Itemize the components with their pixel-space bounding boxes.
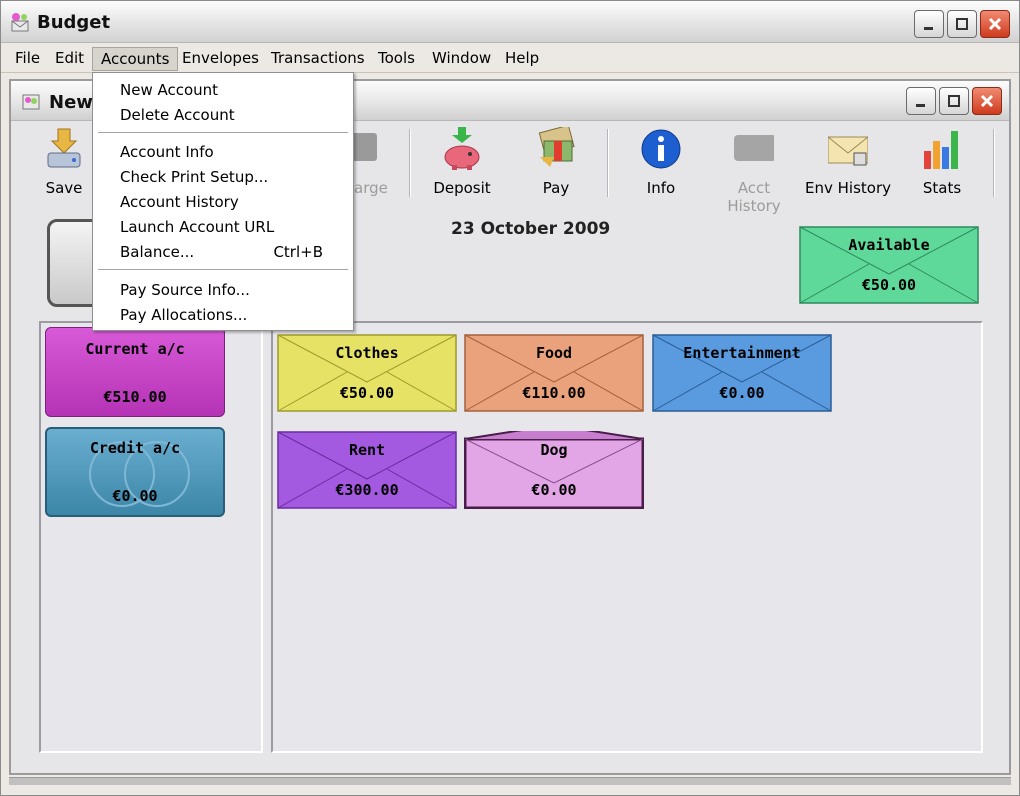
acct-history-label: Acct History xyxy=(727,179,781,215)
menu-account-info[interactable]: Account Info xyxy=(93,140,353,164)
menu-item-label: Delete Account xyxy=(120,106,235,124)
maximize-icon xyxy=(948,95,960,107)
bar-chart-icon xyxy=(924,131,958,169)
envelope-name: Rent xyxy=(348,441,386,459)
toolbar-separator xyxy=(409,129,411,197)
toolbar-separator xyxy=(607,129,609,197)
menu-item-label: Pay Allocations... xyxy=(120,306,248,324)
menu-pay-allocations[interactable]: Pay Allocations... xyxy=(93,303,353,327)
envelope-name: Clothes xyxy=(335,344,399,362)
menu-separator xyxy=(98,132,348,133)
document-title: New xyxy=(49,92,93,113)
envelope-amount: €0.00 xyxy=(719,384,765,402)
menu-balance[interactable]: Balance... Ctrl+B xyxy=(93,240,353,264)
menu-edit[interactable]: Edit xyxy=(47,47,92,71)
env-history-button[interactable]: Env History xyxy=(803,127,893,199)
menu-launch-account-url[interactable]: Launch Account URL xyxy=(93,215,353,239)
envelope-amount: €50.00 xyxy=(339,384,395,402)
menu-bar: File Edit Accounts Envelopes Transaction… xyxy=(1,43,1019,73)
menu-file[interactable]: File xyxy=(7,47,48,71)
document-window-controls xyxy=(906,87,1002,115)
close-button[interactable] xyxy=(980,10,1010,38)
menu-accounts[interactable]: Accounts xyxy=(92,47,179,71)
menu-window[interactable]: Window xyxy=(424,47,499,71)
info-label: Info xyxy=(646,179,676,197)
document-close-button[interactable] xyxy=(972,87,1002,115)
env-history-label: Env History xyxy=(805,179,891,197)
menu-item-label: New Account xyxy=(120,81,219,99)
document-maximize-button[interactable] xyxy=(939,87,969,115)
account-credit[interactable]: Credit a/c €0.00 xyxy=(45,427,225,517)
menu-item-label: Account Info xyxy=(120,143,214,161)
envelope-food[interactable]: Food €110.00 xyxy=(464,334,644,412)
envelope-amount: €110.00 xyxy=(522,384,586,402)
document-icon xyxy=(22,94,40,110)
menu-tools[interactable]: Tools xyxy=(370,47,423,71)
maximize-icon xyxy=(956,18,968,30)
envelope-name: Food xyxy=(535,344,573,362)
title-bar: Budget xyxy=(1,1,1019,43)
deposit-button[interactable]: Deposit xyxy=(417,127,507,199)
acct-history-button[interactable]: Acct History xyxy=(709,127,799,215)
available-name: Available xyxy=(848,236,930,254)
menu-item-label: Account History xyxy=(120,193,239,211)
money-stack-icon xyxy=(538,127,575,167)
main-window: Budget File Edit Accounts Envelopes Tran… xyxy=(0,0,1020,796)
info-button[interactable]: Info xyxy=(616,127,706,199)
document-minimize-button[interactable] xyxy=(906,87,936,115)
menu-separator xyxy=(98,269,348,270)
status-bar xyxy=(9,777,1011,785)
deposit-label: Deposit xyxy=(433,179,491,197)
accounts-dropdown-menu: New Account Delete Account Account Info … xyxy=(92,72,354,331)
menu-item-label: Pay Source Info... xyxy=(120,281,250,299)
envelope-entertainment[interactable]: Entertainment €0.00 xyxy=(652,334,832,412)
save-disk-icon xyxy=(47,128,81,168)
account-name: Credit a/c xyxy=(89,439,181,457)
piggy-bank-icon xyxy=(444,127,480,170)
envelope-clothes[interactable]: Clothes €50.00 xyxy=(277,334,457,412)
menu-item-label: Launch Account URL xyxy=(120,218,275,236)
minimize-icon xyxy=(916,104,925,107)
account-history-icon xyxy=(734,135,774,161)
pay-button[interactable]: Pay xyxy=(511,127,601,199)
envelope-dog[interactable]: Dog €0.00 xyxy=(464,431,644,509)
envelope-name: Entertainment xyxy=(683,344,801,362)
minimize-button[interactable] xyxy=(914,10,944,38)
maximize-button[interactable] xyxy=(947,10,977,38)
available-envelope[interactable]: Available €50.00 xyxy=(799,226,979,304)
envelope-name: Dog xyxy=(540,441,568,459)
pay-label: Pay xyxy=(542,179,570,197)
account-name: Current a/c xyxy=(85,340,185,358)
menu-check-print-setup[interactable]: Check Print Setup... xyxy=(93,165,353,189)
window-title: Budget xyxy=(37,12,111,33)
window-controls xyxy=(914,10,1010,38)
menu-item-label: Balance... xyxy=(120,243,195,261)
account-current[interactable]: Current a/c €510.00 xyxy=(45,327,225,417)
close-icon xyxy=(980,94,994,108)
envelope-history-icon xyxy=(828,136,868,166)
menu-item-label: Check Print Setup... xyxy=(120,168,269,186)
app-logo-icon xyxy=(11,13,29,32)
menu-new-account[interactable]: New Account xyxy=(93,78,353,102)
close-icon xyxy=(988,17,1002,31)
account-amount: €510.00 xyxy=(103,388,167,406)
menu-transactions[interactable]: Transactions xyxy=(263,47,373,71)
envelope-amount: €0.00 xyxy=(531,481,577,499)
account-amount: €0.00 xyxy=(112,487,158,505)
stats-label: Stats xyxy=(922,179,962,197)
current-date: 23 October 2009 xyxy=(451,219,611,239)
envelope-rent[interactable]: Rent €300.00 xyxy=(277,431,457,509)
info-icon xyxy=(641,129,681,169)
menu-account-history[interactable]: Account History xyxy=(93,190,353,214)
menu-envelopes[interactable]: Envelopes xyxy=(174,47,267,71)
toolbar-separator xyxy=(993,129,995,197)
menu-pay-source-info[interactable]: Pay Source Info... xyxy=(93,278,353,302)
stats-button[interactable]: Stats xyxy=(897,127,987,199)
menu-delete-account[interactable]: Delete Account xyxy=(93,103,353,127)
available-amount: €50.00 xyxy=(861,276,917,294)
minimize-icon xyxy=(924,27,933,30)
menu-help[interactable]: Help xyxy=(497,47,547,71)
menu-item-shortcut: Ctrl+B xyxy=(273,243,323,261)
envelope-amount: €300.00 xyxy=(335,481,399,499)
